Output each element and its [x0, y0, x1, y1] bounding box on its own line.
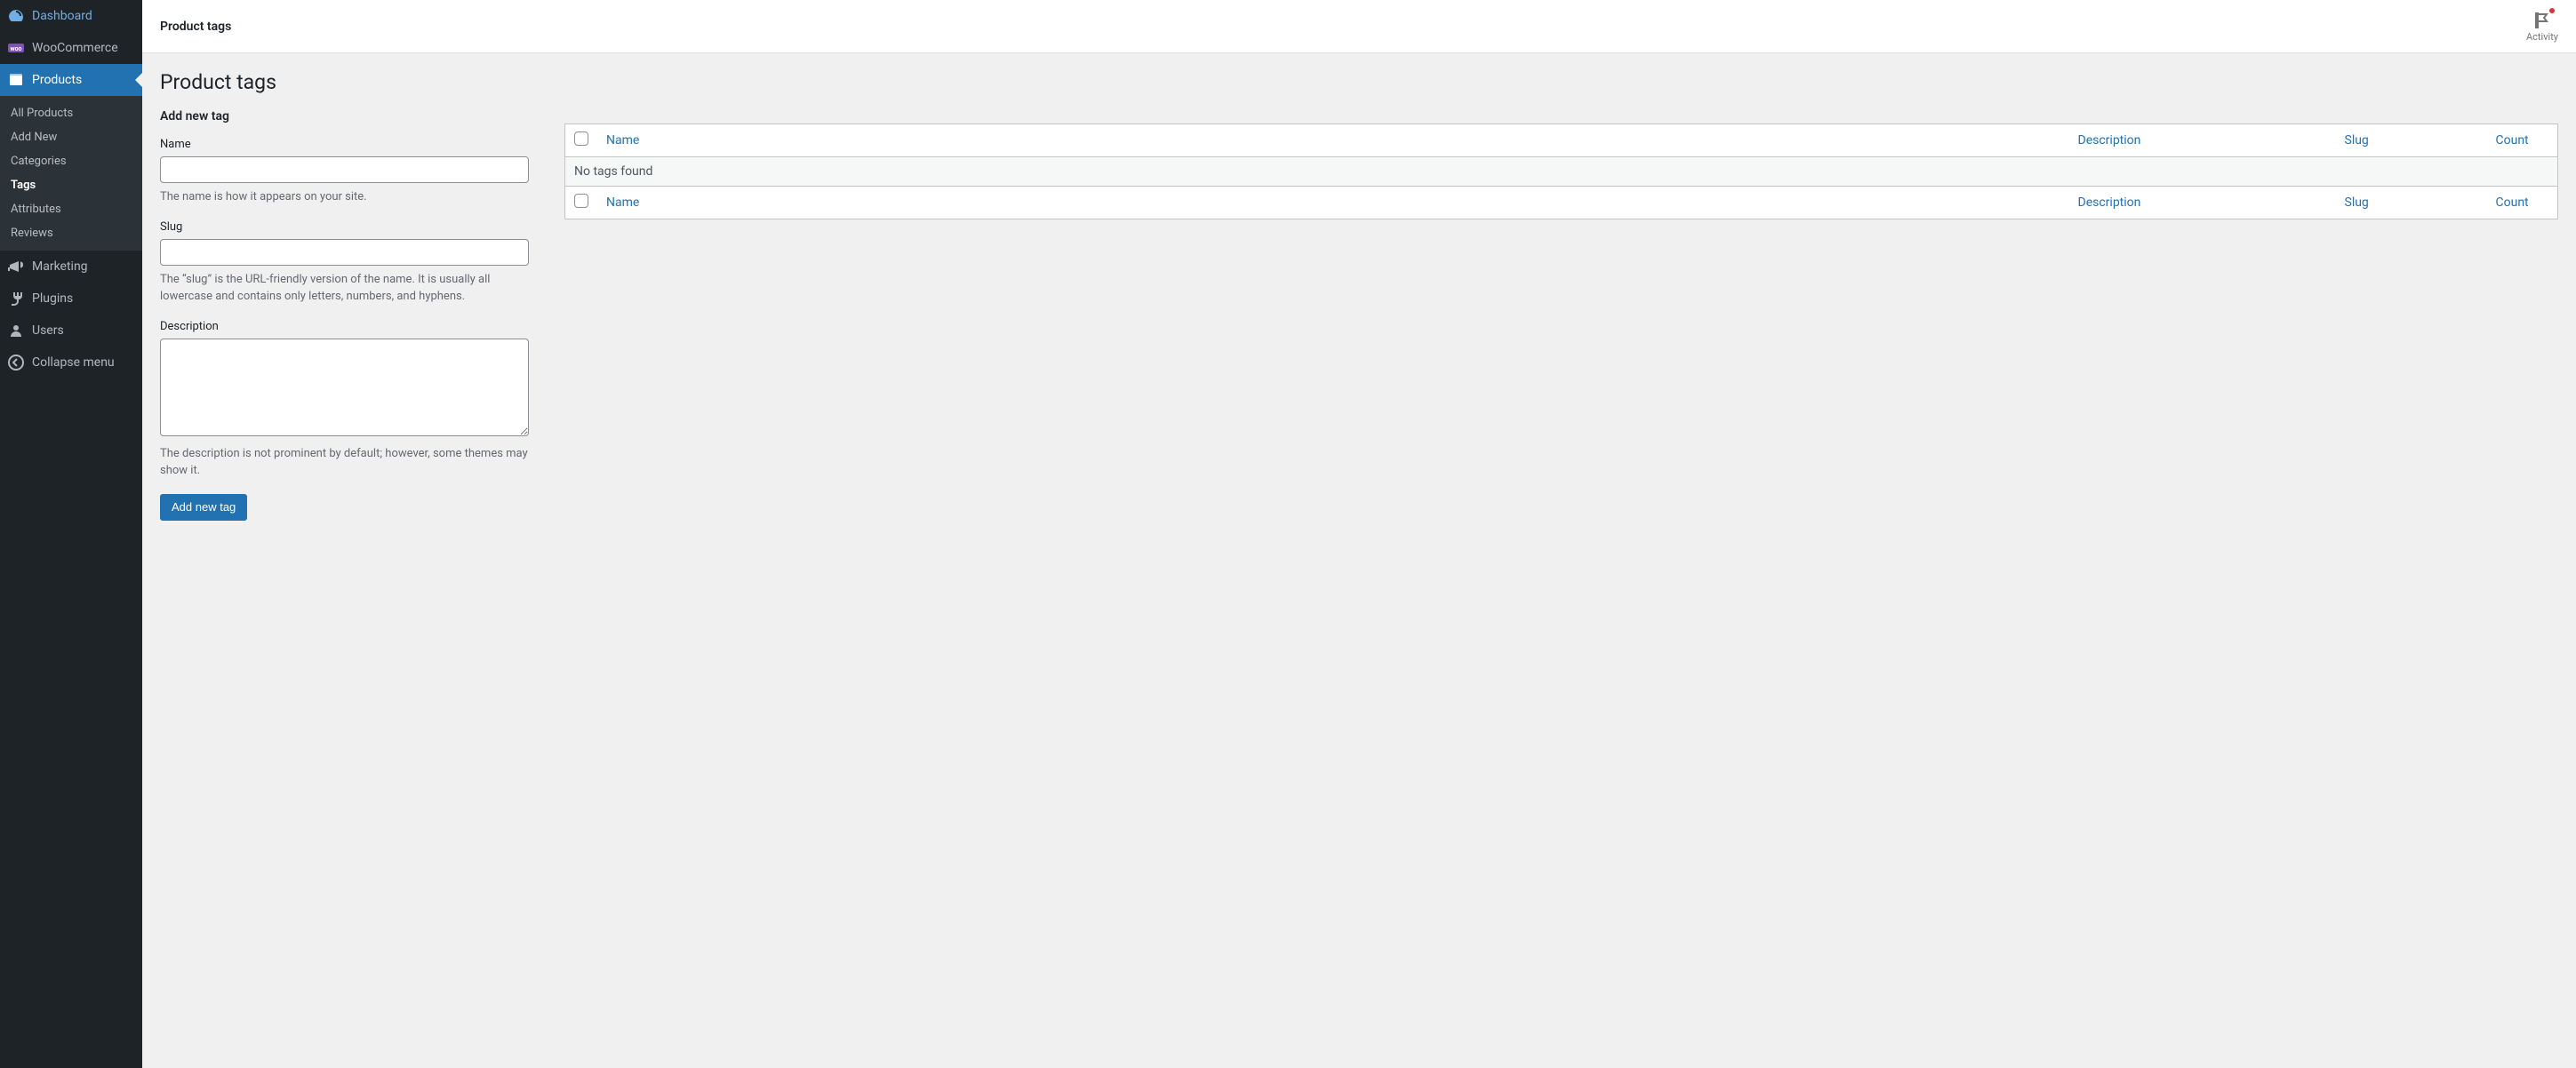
- sidebar-item-plugins[interactable]: Plugins: [0, 283, 142, 315]
- svg-text:woo: woo: [10, 45, 21, 52]
- submenu-item-add-new[interactable]: Add New: [0, 125, 142, 149]
- submenu-item-categories[interactable]: Categories: [0, 149, 142, 173]
- slug-help: The “slug” is the URL-friendly version o…: [160, 271, 529, 306]
- sidebar-label: Users: [32, 323, 64, 338]
- sidebar-label: Dashboard: [32, 9, 92, 23]
- sidebar-item-woocommerce[interactable]: woo WooCommerce: [0, 32, 142, 64]
- column-header-count[interactable]: Count: [2496, 133, 2529, 147]
- collapse-menu-button[interactable]: Collapse menu: [0, 347, 142, 379]
- users-icon: [7, 322, 25, 339]
- marketing-icon: [7, 258, 25, 275]
- collapse-icon: [7, 354, 25, 371]
- description-label: Description: [160, 320, 529, 333]
- topbar: Product tags Activity: [142, 0, 2576, 53]
- notification-dot-icon: [2549, 8, 2555, 13]
- tags-table-wrapper: Name Description Slug Count No tags foun…: [564, 109, 2558, 219]
- tags-table: Name Description Slug Count No tags foun…: [564, 124, 2558, 219]
- submenu-item-tags[interactable]: Tags: [0, 173, 142, 197]
- form-heading: Add new tag: [160, 109, 529, 124]
- topbar-title: Product tags: [160, 20, 231, 34]
- name-label: Name: [160, 138, 529, 151]
- dashboard-icon: [7, 7, 25, 25]
- submenu-item-attributes[interactable]: Attributes: [0, 197, 142, 221]
- sidebar-label: Marketing: [32, 259, 88, 274]
- woo-icon: woo: [7, 39, 25, 57]
- description-textarea[interactable]: [160, 339, 529, 436]
- sidebar-label: WooCommerce: [32, 41, 118, 55]
- submenu-item-reviews[interactable]: Reviews: [0, 221, 142, 245]
- description-help: The description is not prominent by defa…: [160, 445, 529, 480]
- column-footer-description[interactable]: Description: [2078, 195, 2141, 210]
- add-tag-form: Add new tag Name The name is how it appe…: [160, 109, 529, 521]
- column-footer-slug[interactable]: Slug: [2345, 195, 2369, 210]
- main-area: Product tags Activity Product tags Add n…: [142, 0, 2576, 1068]
- sidebar-item-users[interactable]: Users: [0, 315, 142, 347]
- column-footer-name[interactable]: Name: [606, 195, 639, 210]
- activity-label: Activity: [2526, 31, 2558, 43]
- admin-sidebar: Dashboard woo WooCommerce Products All P…: [0, 0, 142, 1068]
- plugins-icon: [7, 290, 25, 307]
- products-icon: [7, 71, 25, 89]
- column-header-description[interactable]: Description: [2078, 133, 2141, 147]
- sidebar-label: Plugins: [32, 291, 73, 306]
- slug-input[interactable]: [160, 239, 529, 266]
- collapse-label: Collapse menu: [32, 355, 115, 370]
- name-help: The name is how it appears on your site.: [160, 188, 529, 206]
- add-new-tag-button[interactable]: Add new tag: [160, 494, 247, 521]
- sidebar-item-dashboard[interactable]: Dashboard: [0, 0, 142, 32]
- column-header-name[interactable]: Name: [606, 133, 639, 147]
- sidebar-label: Products: [32, 73, 82, 87]
- activity-button[interactable]: Activity: [2526, 10, 2558, 43]
- page-title: Product tags: [160, 62, 2558, 98]
- sidebar-item-products[interactable]: Products: [0, 64, 142, 96]
- column-header-slug[interactable]: Slug: [2345, 133, 2369, 147]
- products-submenu: All Products Add New Categories Tags Att…: [0, 96, 142, 251]
- submenu-item-all-products[interactable]: All Products: [0, 101, 142, 125]
- column-footer-count[interactable]: Count: [2496, 195, 2529, 210]
- name-input[interactable]: [160, 156, 529, 183]
- activity-icon: [2532, 10, 2553, 31]
- select-all-checkbox-top[interactable]: [574, 132, 588, 146]
- sidebar-item-marketing[interactable]: Marketing: [0, 251, 142, 283]
- empty-state: No tags found: [565, 157, 2558, 187]
- content: Product tags Add new tag Name The name i…: [142, 53, 2576, 556]
- select-all-checkbox-bottom[interactable]: [574, 194, 588, 208]
- slug-label: Slug: [160, 220, 529, 234]
